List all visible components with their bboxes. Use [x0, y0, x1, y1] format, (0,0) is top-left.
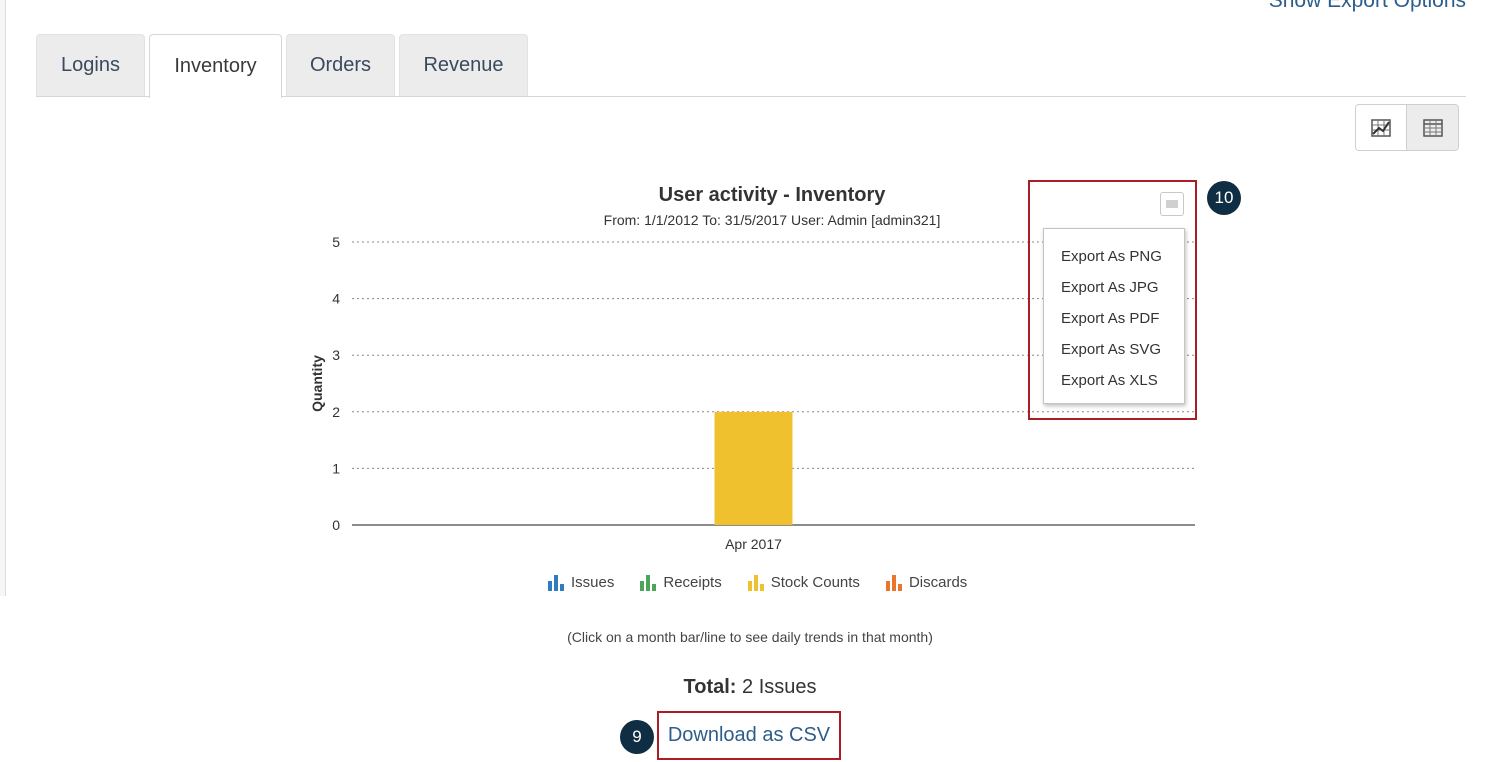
- y-tick-label: 2: [332, 404, 340, 420]
- legend-item-discards[interactable]: Discards: [885, 574, 968, 591]
- left-edge-panel: [0, 0, 6, 596]
- total-summary: Total: 2 Issues: [550, 676, 950, 699]
- y-tick-label: 4: [332, 291, 340, 307]
- x-tick-label: Apr 2017: [725, 536, 782, 552]
- y-tick-label: 5: [332, 234, 340, 250]
- table-view-button[interactable]: [1407, 105, 1458, 150]
- tab-revenue[interactable]: Revenue: [399, 34, 528, 96]
- legend-item-issues[interactable]: Issues: [548, 574, 614, 591]
- total-value: 2 Issues: [742, 676, 817, 698]
- chart-icon: [1371, 118, 1391, 137]
- bar-chart-icon: [747, 574, 764, 591]
- bar-stock-counts[interactable]: [714, 411, 793, 525]
- y-tick-label: 0: [332, 517, 340, 533]
- table-icon: [1422, 118, 1443, 137]
- bar-chart-icon: [885, 574, 902, 591]
- legend-label: Stock Counts: [770, 574, 860, 591]
- chart-subtitle: From: 1/1/2012 To: 31/5/2017 User: Admin…: [603, 212, 941, 228]
- show-export-options-link[interactable]: Show Export Options: [1269, 0, 1466, 13]
- legend-label: Discards: [908, 574, 968, 591]
- step-badge-9: 9: [620, 720, 654, 754]
- step-badge-10: 10: [1207, 181, 1241, 215]
- y-axis-label: Quantity: [309, 355, 325, 412]
- csv-highlight-box: Download as CSV: [657, 711, 841, 760]
- legend-item-receipts[interactable]: Receipts: [640, 574, 722, 591]
- export-highlight-box: [1028, 180, 1197, 420]
- tab-inventory[interactable]: Inventory: [149, 34, 282, 98]
- total-label: Total:: [683, 676, 737, 698]
- chart-legend: Issues Receipts Stock Counts Discards: [548, 574, 967, 591]
- legend-label: Issues: [571, 574, 615, 591]
- y-tick-label: 3: [332, 347, 340, 363]
- tab-bar: Logins Inventory Orders Revenue: [36, 34, 1466, 98]
- chart-title: User activity - Inventory: [658, 184, 886, 206]
- chart-view-button[interactable]: [1356, 105, 1408, 150]
- view-toggle: [1355, 104, 1459, 151]
- drilldown-hint: (Click on a month bar/line to see daily …: [567, 629, 933, 645]
- legend-label: Receipts: [663, 574, 722, 591]
- bar-chart-icon: [640, 574, 657, 591]
- download-csv-link[interactable]: Download as CSV: [668, 724, 830, 747]
- tab-orders[interactable]: Orders: [286, 34, 395, 96]
- tab-logins[interactable]: Logins: [36, 34, 145, 96]
- legend-item-stock-counts[interactable]: Stock Counts: [747, 574, 860, 591]
- y-tick-label: 1: [332, 460, 340, 476]
- bar-chart-icon: [548, 574, 564, 591]
